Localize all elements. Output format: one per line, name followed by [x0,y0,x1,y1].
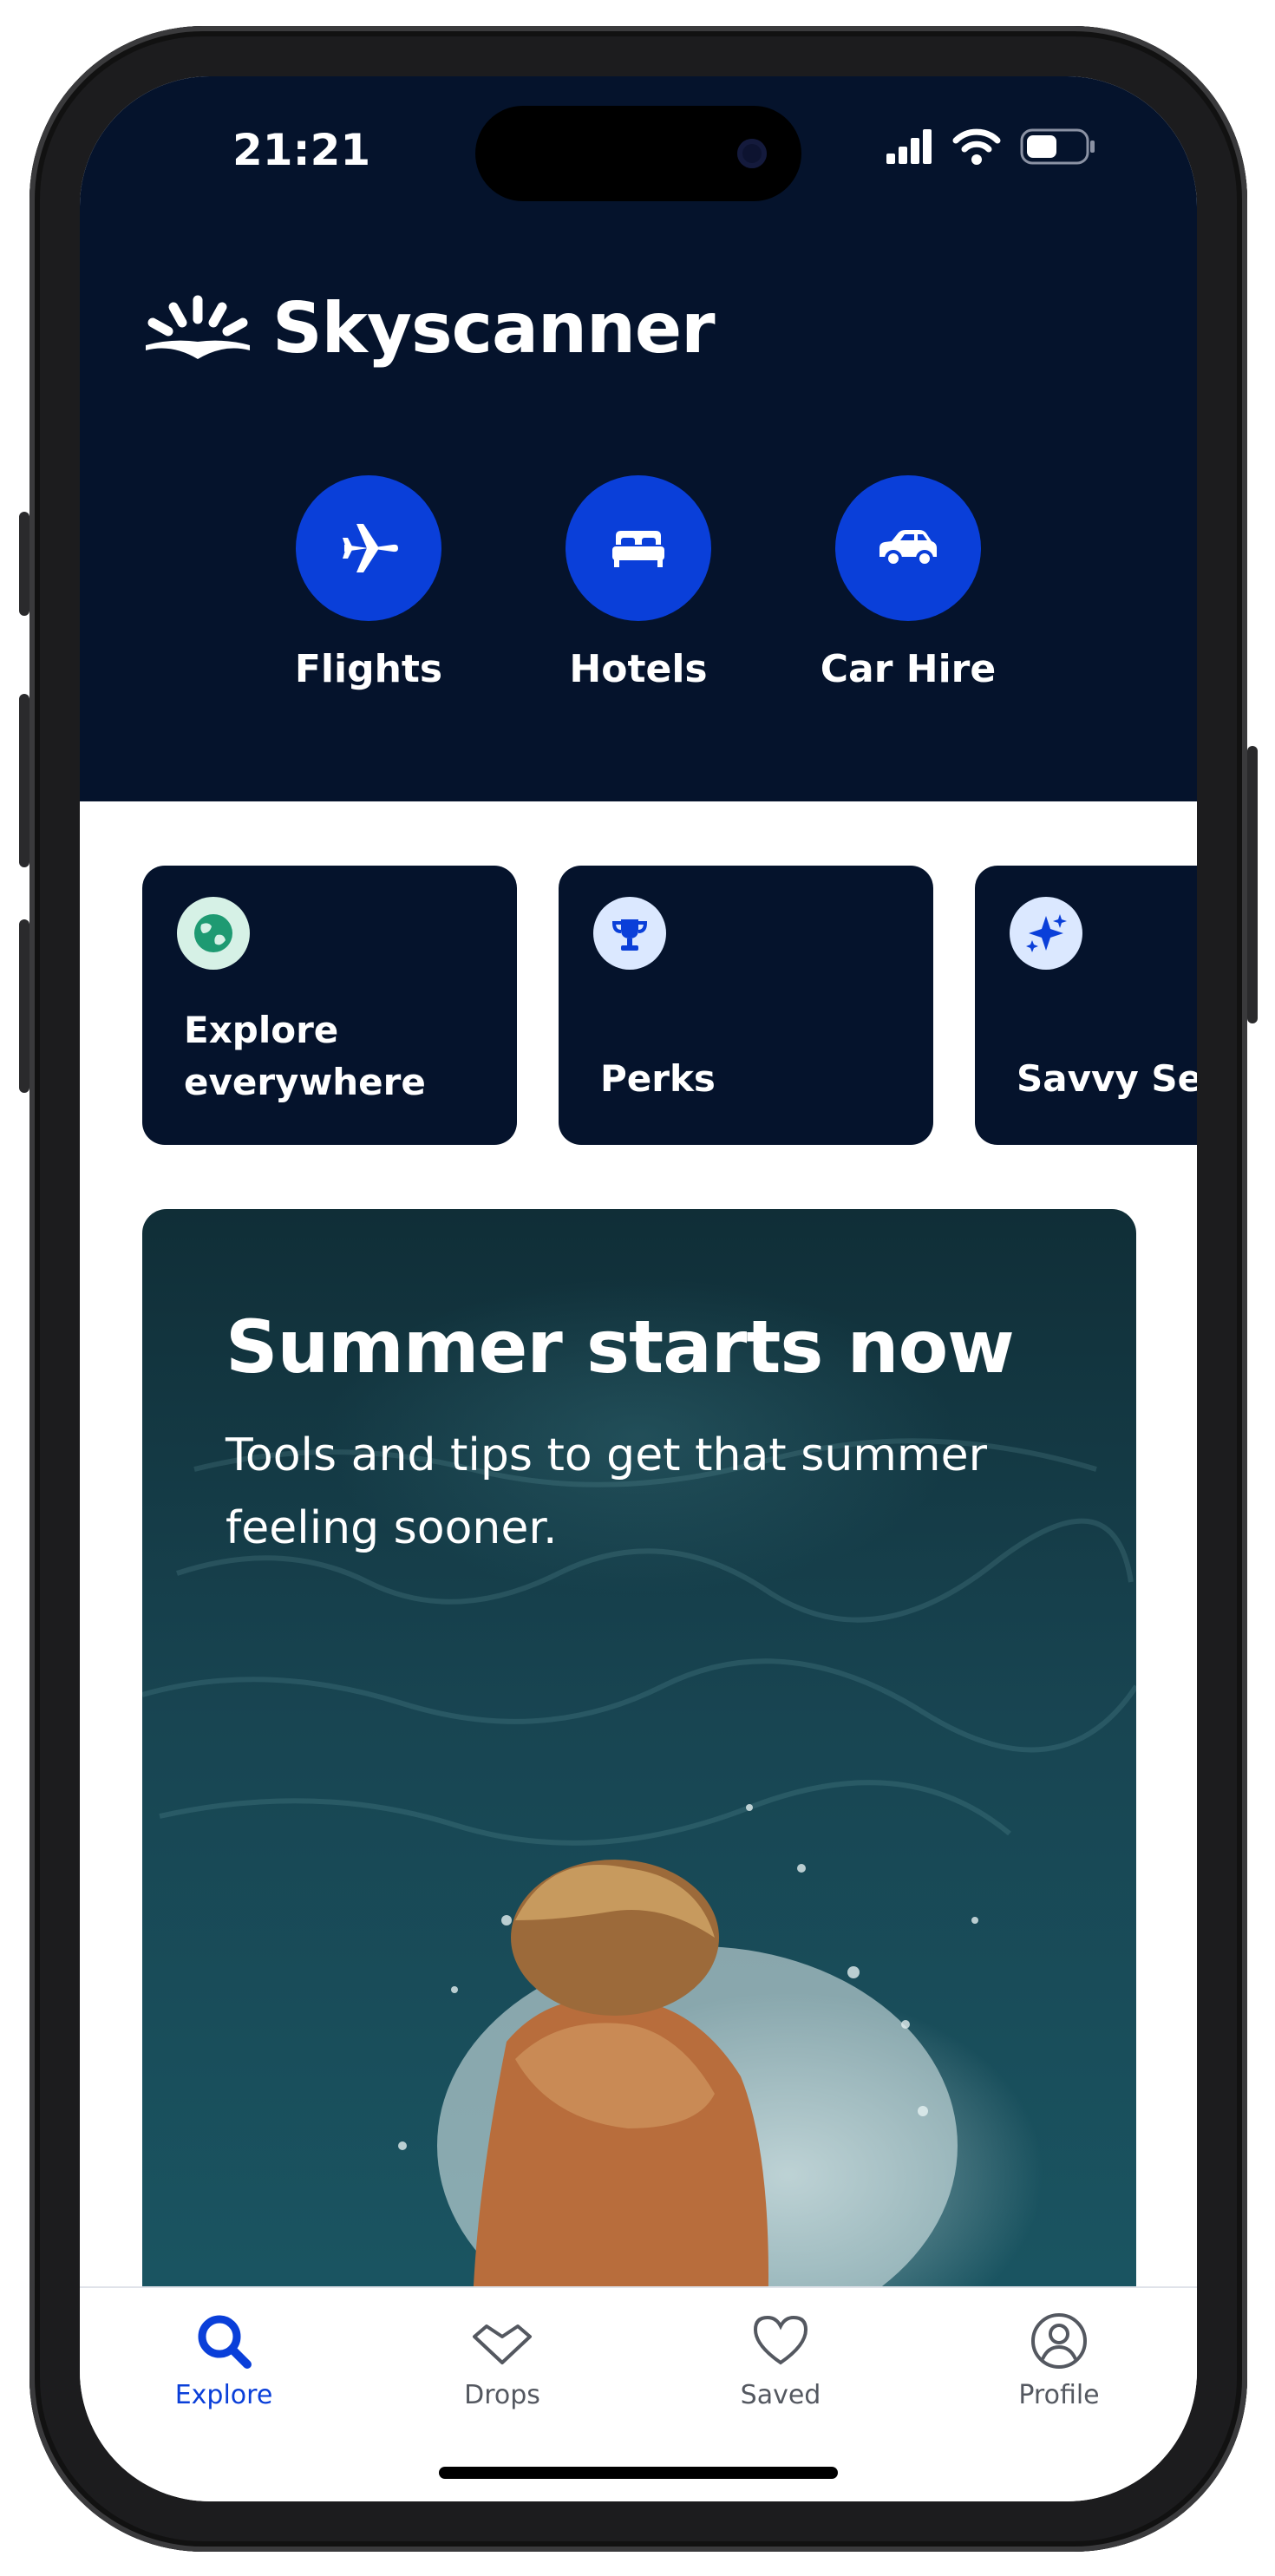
car-icon [879,530,937,567]
heart-icon [753,2315,808,2365]
tab-label: Profile [1018,2380,1100,2410]
hotels-circle [566,475,711,621]
hotels-label: Hotels [569,647,708,691]
volume-up-button [19,694,29,867]
sparkle-icon [1026,914,1067,952]
skyscanner-logo[interactable]: Skyscanner [142,288,716,369]
status-icons [886,128,1096,165]
camera-icon [737,139,767,168]
action-button [19,512,29,616]
tab-drops[interactable]: Drops [398,2311,606,2410]
card-label: Perks [600,1057,716,1100]
home-indicator[interactable] [439,2467,838,2479]
flights-button[interactable]: Flights [256,475,481,691]
hero-subtitle: Tools and tips to get that summer feelin… [226,1429,987,1554]
flights-label: Flights [294,647,443,691]
sparkle-icon-wrap [1010,897,1082,970]
flights-circle [296,475,441,621]
tab-label: Saved [740,2380,821,2410]
car-hire-label: Car Hire [820,647,997,691]
dynamic-island [475,106,801,201]
power-button [1247,746,1258,1023]
brand-name: Skyscanner [272,288,716,369]
trophy-icon [611,919,648,951]
globe-icon-wrap [177,897,250,970]
car-hire-button[interactable]: Car Hire [795,475,1021,691]
app-screen: 21:21 Skyscanner Flights Hotels Car Hire… [80,76,1197,2501]
drops-icon [473,2324,532,2364]
bed-icon [612,531,664,567]
signal-icon [886,129,932,164]
volume-down-button [19,919,29,1093]
status-time: 21:21 [232,125,371,175]
wifi-icon [952,128,1001,165]
tab-saved[interactable]: Saved [677,2311,885,2410]
card-savvy-search[interactable]: Savvy Sea [975,866,1197,1145]
card-label: Explore everywhere [184,1004,444,1108]
header-area: 21:21 Skyscanner Flights Hotels Car Hire [80,76,1197,801]
card-label-text: Explore everywhere [184,1009,426,1103]
hotels-button[interactable]: Hotels [526,475,751,691]
battery-icon [1020,128,1095,165]
trophy-icon-wrap [593,897,666,970]
hero-banner[interactable]: Summer starts now Tools and tips to get … [142,1209,1136,2345]
card-explore-everywhere[interactable]: Explore everywhere [142,866,517,1145]
profile-icon [1031,2313,1087,2369]
globe-icon [194,914,232,952]
tab-label: Explore [174,2380,273,2410]
hero-title: Summer starts now [226,1304,1015,1389]
plane-icon [343,524,398,572]
sunburst-logo-icon [146,295,250,359]
car-hire-circle [835,475,981,621]
search-icon [198,2315,252,2369]
tab-label: Drops [464,2380,540,2410]
card-perks[interactable]: Perks [559,866,933,1145]
card-label: Savvy Sea [1017,1057,1197,1100]
tab-explore[interactable]: Explore [120,2311,328,2410]
tab-profile[interactable]: Profile [955,2311,1163,2410]
